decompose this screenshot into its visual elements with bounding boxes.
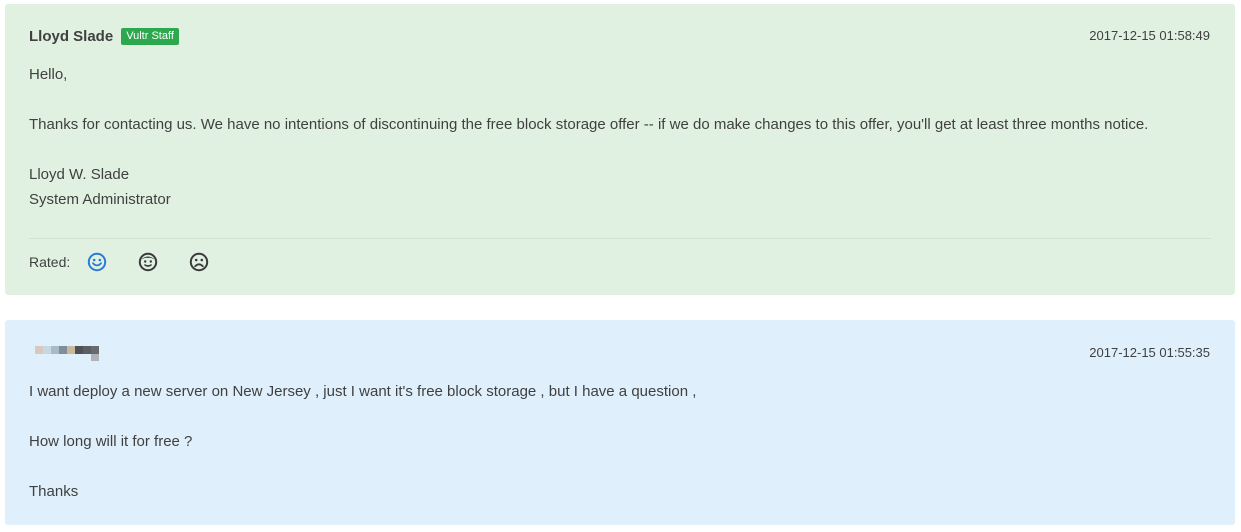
message-body: Hello, Thanks for contacting us. We have… [29, 62, 1148, 212]
pixelated-avatar-icon [35, 346, 109, 362]
message-line: How long will it for free ? [29, 433, 193, 450]
message-line: Lloyd W. Slade [29, 166, 130, 183]
message-line: Thanks [29, 483, 79, 500]
message-timestamp: 2017-12-15 01:55:35 [1089, 345, 1210, 360]
message-line: Thanks for contacting us. We have no int… [29, 116, 1149, 133]
message-body: I want deploy a new server on New Jersey… [29, 379, 696, 504]
neutral-face-icon[interactable] [138, 252, 158, 272]
staff-message: Lloyd Slade Vultr Staff 2017-12-15 01:58… [5, 4, 1235, 295]
message-line: Hello, [29, 66, 68, 83]
frown-icon[interactable] [189, 252, 209, 272]
author-name: Lloyd Slade [29, 27, 114, 45]
message-line: System Administrator [29, 191, 171, 208]
message-line: I want deploy a new server on New Jersey… [29, 383, 697, 400]
rating-label: Rated: [29, 254, 71, 270]
divider [29, 238, 1211, 239]
staff-badge: Vultr Staff [121, 27, 179, 45]
rating-bar: Rated: [29, 250, 240, 274]
message-author: Lloyd Slade Vultr Staff [29, 26, 179, 46]
message-timestamp: 2017-12-15 01:58:49 [1089, 28, 1210, 43]
user-message: 2017-12-15 01:55:35 I want deploy a new … [5, 320, 1235, 525]
smile-icon[interactable] [87, 252, 107, 272]
